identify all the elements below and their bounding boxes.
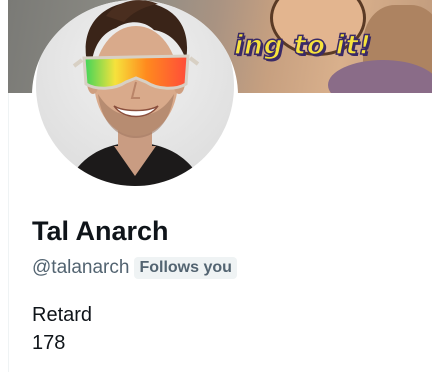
display-name: Tal Anarch <box>32 216 169 246</box>
avatar-photo <box>36 0 234 186</box>
handle-row: @talanarch Follows you <box>32 256 237 280</box>
user-handle: @talanarch <box>32 257 130 278</box>
bio-line: Retard <box>32 304 93 326</box>
avatar[interactable] <box>32 0 238 190</box>
profile-bio: Retard 178 <box>32 301 92 357</box>
follows-you-badge: Follows you <box>134 257 237 279</box>
column-divider <box>8 93 9 372</box>
banner-caption: ing to it! <box>233 29 372 62</box>
profile-header: ing to it! Tal Anarch @talanarch Follows… <box>0 0 432 372</box>
bio-line: 178 <box>32 332 66 354</box>
banner-graphic <box>328 60 432 93</box>
